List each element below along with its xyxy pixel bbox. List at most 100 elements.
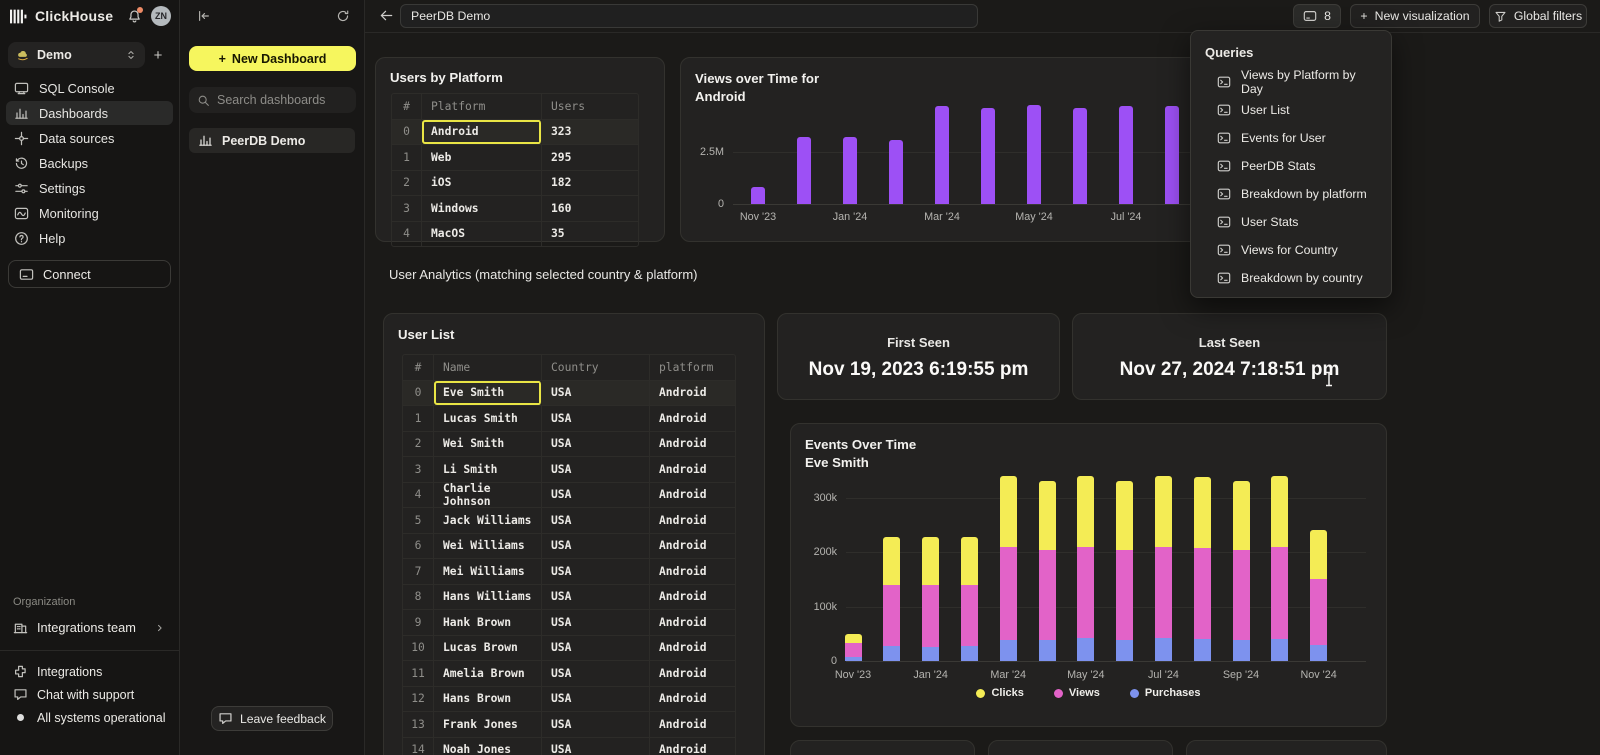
table-row[interactable]: 4Charlie JohnsonUSAAndroid — [403, 483, 735, 509]
table-cell[interactable]: Wei Smith — [434, 432, 542, 457]
table-row[interactable]: 7Mei WilliamsUSAAndroid — [403, 559, 735, 585]
table-cell[interactable]: USA — [542, 687, 650, 712]
table-cell[interactable]: 295 — [542, 145, 638, 170]
table-cell[interactable]: USA — [542, 483, 650, 508]
table-cell[interactable]: Android — [650, 738, 735, 755]
table-cell[interactable]: USA — [542, 738, 650, 755]
sidebar-item-dashboards[interactable]: Dashboards — [6, 101, 173, 125]
dashboard-item-peerdb-demo[interactable]: PeerDB Demo — [189, 128, 355, 153]
leave-feedback-button[interactable]: Leave feedback — [211, 706, 333, 731]
table-cell[interactable]: Li Smith — [434, 457, 542, 482]
table-row[interactable]: 10Lucas BrownUSAAndroid — [403, 636, 735, 662]
table-cell[interactable]: USA — [542, 508, 650, 533]
table-cell[interactable]: Android — [650, 610, 735, 635]
table-cell[interactable]: 35 — [542, 222, 638, 247]
collapse-sidebar-icon[interactable] — [197, 9, 211, 23]
table-row[interactable]: 3Li SmithUSAAndroid — [403, 457, 735, 483]
table-cell[interactable]: Android — [650, 432, 735, 457]
table-row[interactable]: 0Eve SmithUSAAndroid — [403, 381, 735, 407]
query-item-user-stats[interactable]: User Stats — [1191, 208, 1391, 236]
legend-item-clicks[interactable]: Clicks — [976, 687, 1023, 699]
sidebar-item-backups[interactable]: Backups — [6, 151, 173, 175]
add-workspace-button[interactable]: + — [145, 47, 171, 64]
table-cell[interactable]: USA — [542, 712, 650, 737]
table-cell[interactable]: Hans Williams — [434, 585, 542, 610]
table-cell[interactable]: Android — [650, 687, 735, 712]
table-cell[interactable]: Android — [650, 406, 735, 431]
sidebar-item-monitoring[interactable]: Monitoring — [6, 201, 173, 225]
table-cell[interactable]: Android — [650, 661, 735, 686]
table-cell[interactable]: Hans Brown — [434, 687, 542, 712]
table-cell[interactable]: USA — [542, 406, 650, 431]
notifications-button[interactable] — [127, 9, 142, 24]
table-cell[interactable]: Wei Williams — [434, 534, 542, 559]
table-row[interactable]: 1Web295 — [392, 145, 638, 171]
table-row[interactable]: 4MacOS35 — [392, 222, 638, 247]
legend-item-purchases[interactable]: Purchases — [1130, 687, 1201, 699]
query-item-breakdown-by-platform[interactable]: Breakdown by platform — [1191, 180, 1391, 208]
sidebar-item-data-sources[interactable]: Data sources — [6, 126, 173, 150]
table-cell[interactable]: USA — [542, 610, 650, 635]
query-item-breakdown-by-country[interactable]: Breakdown by country — [1191, 264, 1391, 292]
table-cell[interactable]: Charlie Johnson — [434, 483, 542, 508]
table-cell[interactable]: Eve Smith — [434, 381, 542, 406]
panels-count-button[interactable]: 8 — [1293, 4, 1341, 28]
table-cell[interactable]: Frank Jones — [434, 712, 542, 737]
table-cell[interactable]: Android — [650, 559, 735, 584]
table-row[interactable]: 9Hank BrownUSAAndroid — [403, 610, 735, 636]
table-cell[interactable]: Android — [650, 585, 735, 610]
table-row[interactable]: 11Amelia BrownUSAAndroid — [403, 661, 735, 687]
legend-item-views[interactable]: Views — [1054, 687, 1100, 699]
table-cell[interactable]: Lucas Brown — [434, 636, 542, 661]
table-cell[interactable]: USA — [542, 661, 650, 686]
table-cell[interactable]: 160 — [542, 196, 638, 221]
table-cell[interactable]: Android — [650, 508, 735, 533]
new-visualization-button[interactable]: + New visualization — [1350, 4, 1480, 28]
table-cell[interactable]: 182 — [542, 171, 638, 196]
table-cell[interactable]: Android — [650, 381, 735, 406]
table-cell[interactable]: Android — [650, 636, 735, 661]
table-row[interactable]: 2iOS182 — [392, 171, 638, 197]
sidebar-item-integrations[interactable]: Integrations — [6, 660, 173, 683]
connect-button[interactable]: Connect — [8, 260, 171, 288]
table-cell[interactable]: Jack Williams — [434, 508, 542, 533]
workspace-selector[interactable]: Demo — [8, 42, 145, 68]
table-row[interactable]: 1Lucas SmithUSAAndroid — [403, 406, 735, 432]
table-row[interactable]: 8Hans WilliamsUSAAndroid — [403, 585, 735, 611]
table-cell[interactable]: USA — [542, 381, 650, 406]
query-item-views-by-platform-by-day[interactable]: Views by Platform by Day — [1191, 68, 1391, 96]
sidebar-item-chat-with-support[interactable]: Chat with support — [6, 683, 173, 706]
table-cell[interactable]: USA — [542, 559, 650, 584]
table-cell[interactable]: USA — [542, 585, 650, 610]
table-cell[interactable]: Mei Williams — [434, 559, 542, 584]
table-cell[interactable]: 323 — [542, 120, 638, 145]
refresh-icon[interactable] — [336, 9, 350, 23]
table-row[interactable]: 5Jack WilliamsUSAAndroid — [403, 508, 735, 534]
table-cell[interactable]: USA — [542, 457, 650, 482]
table-cell[interactable]: iOS — [422, 171, 542, 196]
table-row[interactable]: 0Android323 — [392, 120, 638, 146]
table-cell[interactable]: USA — [542, 534, 650, 559]
query-item-views-for-country[interactable]: Views for Country — [1191, 236, 1391, 264]
table-row[interactable]: 13Frank JonesUSAAndroid — [403, 712, 735, 738]
query-item-events-for-user[interactable]: Events for User — [1191, 124, 1391, 152]
back-arrow-icon[interactable] — [379, 8, 394, 23]
search-dashboards-input[interactable] — [217, 93, 337, 107]
table-cell[interactable]: Android — [650, 534, 735, 559]
avatar[interactable]: ZN — [151, 6, 171, 26]
table-cell[interactable]: Hank Brown — [434, 610, 542, 635]
table-row[interactable]: 12Hans BrownUSAAndroid — [403, 687, 735, 713]
table-cell[interactable]: Android — [650, 483, 735, 508]
table-cell[interactable]: Android — [422, 120, 542, 145]
table-cell[interactable]: USA — [542, 636, 650, 661]
table-cell[interactable]: Noah Jones — [434, 738, 542, 755]
table-row[interactable]: 2Wei SmithUSAAndroid — [403, 432, 735, 458]
query-item-peerdb-stats[interactable]: PeerDB Stats — [1191, 152, 1391, 180]
table-cell[interactable]: Web — [422, 145, 542, 170]
table-cell[interactable]: Windows — [422, 196, 542, 221]
sidebar-item-sql-console[interactable]: SQL Console — [6, 76, 173, 100]
table-row[interactable]: 6Wei WilliamsUSAAndroid — [403, 534, 735, 560]
sidebar-item-help[interactable]: Help — [6, 226, 173, 250]
table-row[interactable]: 14Noah JonesUSAAndroid — [403, 738, 735, 755]
table-cell[interactable]: Lucas Smith — [434, 406, 542, 431]
